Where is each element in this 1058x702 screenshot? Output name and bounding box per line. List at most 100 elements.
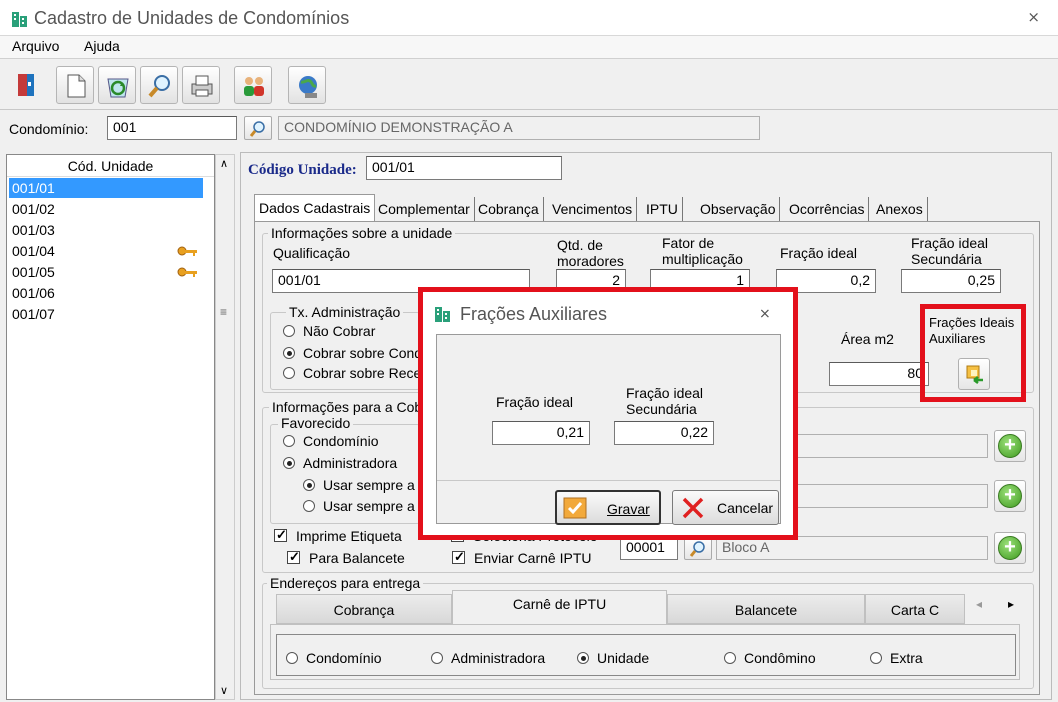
tx-admin-radio-nao-cobrar[interactable] [283,325,295,337]
add-cobranca-button[interactable]: + [994,480,1026,512]
units-list-scrollbar[interactable]: ∧ ≡ ∨ [215,154,235,700]
area-input[interactable]: 80 [829,362,929,386]
fracao-ideal-label: Fração ideal [780,245,858,261]
globe-button[interactable] [288,66,326,104]
favorecido-radio-condominio[interactable] [283,435,295,447]
dialog-title-bar: Frações Auxiliares ⨯ [423,292,793,336]
endereco-option-label: Unidade [597,650,650,666]
close-icon[interactable]: ⨯ [1027,8,1040,26]
print-icon [191,75,213,97]
exit-button[interactable] [8,66,46,104]
info-cobranca-title: Informações para a Cobr [269,399,430,415]
endereco-radio-condomino[interactable] [724,652,736,664]
list-item[interactable]: 001/04 [9,241,203,261]
tab-vencimentos[interactable]: Vencimentos [548,197,638,221]
units-list[interactable]: Cód. Unidade 001/01 001/02 001/03 001/04… [6,154,215,700]
tab-endereco-carne-iptu[interactable]: Carnê de IPTU [452,590,667,624]
favorecido-option-label: Administradora [303,455,398,471]
dialog-fracao-input[interactable]: 0,21 [492,421,590,445]
add-bloco-button[interactable]: + [994,532,1026,564]
condominio-lookup-button[interactable] [244,116,272,140]
endereco-radio-unidade[interactable] [577,652,589,664]
dialog-fracao-label: Fração ideal [496,394,574,410]
tabs-scroll-right-icon[interactable]: ▸ [1008,597,1014,611]
tab-endereco-cobranca[interactable]: Cobrança [276,594,452,624]
tab-observacao[interactable]: Observação [696,197,781,221]
tx-admin-radio-cobrar-condo[interactable] [283,347,295,359]
list-item[interactable]: 001/03 [9,220,203,240]
search-icon [689,541,705,557]
enderecos-tabs: Cobrança Carnê de IPTU Balancete Carta C… [270,590,1024,624]
fator-label-1: Fator de [662,235,715,251]
list-item[interactable]: 001/01 [9,178,203,198]
window-title: Cadastro de Unidades de Condomínios [34,8,350,28]
list-item[interactable]: 001/05 [9,262,203,282]
tab-ocorrencias[interactable]: Ocorrências [785,197,870,221]
fracoes-auxiliares-dialog: Frações Auxiliares ⨯ Fração ideal 0,21 F… [418,287,798,540]
usar-sempre-label: Usar sempre a c [323,477,426,493]
globe-icon [299,76,317,98]
tab-complementar[interactable]: Complementar [374,197,475,221]
favorecido-radio-administradora[interactable] [283,457,295,469]
imprime-etiqueta-checkbox[interactable] [274,527,287,543]
list-item[interactable]: 001/02 [9,199,203,219]
menu-ajuda[interactable]: Ajuda [84,38,120,54]
refresh-button[interactable] [98,66,136,104]
dialog-fracao-sec-input[interactable]: 0,22 [614,421,714,445]
gravar-button[interactable]: Gravar [555,490,661,525]
enviar-carne-checkbox[interactable] [452,549,465,565]
title-bar: Cadastro de Unidades de Condomínios ⨯ [0,0,1058,36]
tx-admin-radio-cobrar-receita[interactable] [283,367,295,379]
print-button[interactable] [182,66,220,104]
scroll-up-icon[interactable]: ∧ [220,157,228,170]
add-favorecido-button[interactable]: + [994,430,1026,462]
favorecido-option-label: Condomínio [303,433,379,449]
fracoes-aux-label-2: Auxiliares [929,331,986,346]
cancel-icon [682,497,704,519]
endereco-radio-extra[interactable] [870,652,882,664]
list-item[interactable]: 001/07 [9,304,203,324]
tab-endereco-carta[interactable]: Carta C [865,594,965,624]
para-balancete-label: Para Balancete [309,550,405,566]
tab-dados-cadastrais[interactable]: Dados Cadastrais [254,194,376,222]
area-label: Área m2 [841,331,894,347]
tab-iptu[interactable]: IPTU [642,197,683,221]
tab-cobranca[interactable]: Cobrança [474,197,544,221]
qualificacao-label: Qualificação [273,245,351,261]
tab-endereco-balancete[interactable]: Balancete [667,594,865,624]
tabs-scroll-left-icon[interactable]: ◂ [976,597,982,611]
building-icon [435,307,450,322]
tab-anexos[interactable]: Anexos [872,197,928,221]
endereco-radio-administradora[interactable] [431,652,443,664]
codigo-unidade-input[interactable]: 001/01 [366,156,562,180]
gravar-label: Gravar [607,501,650,517]
usar-sempre-radio-2[interactable] [303,500,315,512]
search-button[interactable] [140,66,178,104]
fracoes-auxiliares-button[interactable] [958,358,990,390]
list-item[interactable]: 001/06 [9,283,203,303]
dialog-close-icon[interactable]: ⨯ [759,305,771,322]
tx-admin-title: Tx. Administração [286,304,404,320]
cancelar-button[interactable]: Cancelar [672,490,779,525]
exit-icon [18,74,34,96]
endereco-radio-condominio[interactable] [286,652,298,664]
qtd-moradores-label-1: Qtd. de [557,237,603,253]
tx-admin-option-label: Não Cobrar [303,323,376,339]
para-balancete-checkbox[interactable] [287,549,300,565]
refresh-icon [107,78,129,98]
info-unidade-title: Informações sobre a unidade [268,225,456,241]
fracoes-aux-label-1: Frações Ideais [929,315,1015,330]
condominio-code-input[interactable]: 001 [107,116,237,140]
fracao-sec-input[interactable]: 0,25 [901,269,1001,293]
condominio-label: Condomínio: [9,121,89,137]
imprime-etiqueta-label: Imprime Etiqueta [296,528,402,544]
new-button[interactable] [56,66,94,104]
usar-sempre-radio-1[interactable] [303,479,315,491]
scroll-grip-icon[interactable]: ≡ [220,305,227,319]
fator-label-2: multiplicação [662,251,743,267]
endereco-option-label: Extra [890,650,923,666]
users-button[interactable] [234,66,272,104]
enviar-carne-label: Enviar Carnê IPTU [474,550,592,566]
scroll-down-icon[interactable]: ∨ [220,684,228,697]
menu-arquivo[interactable]: Arquivo [12,38,59,54]
